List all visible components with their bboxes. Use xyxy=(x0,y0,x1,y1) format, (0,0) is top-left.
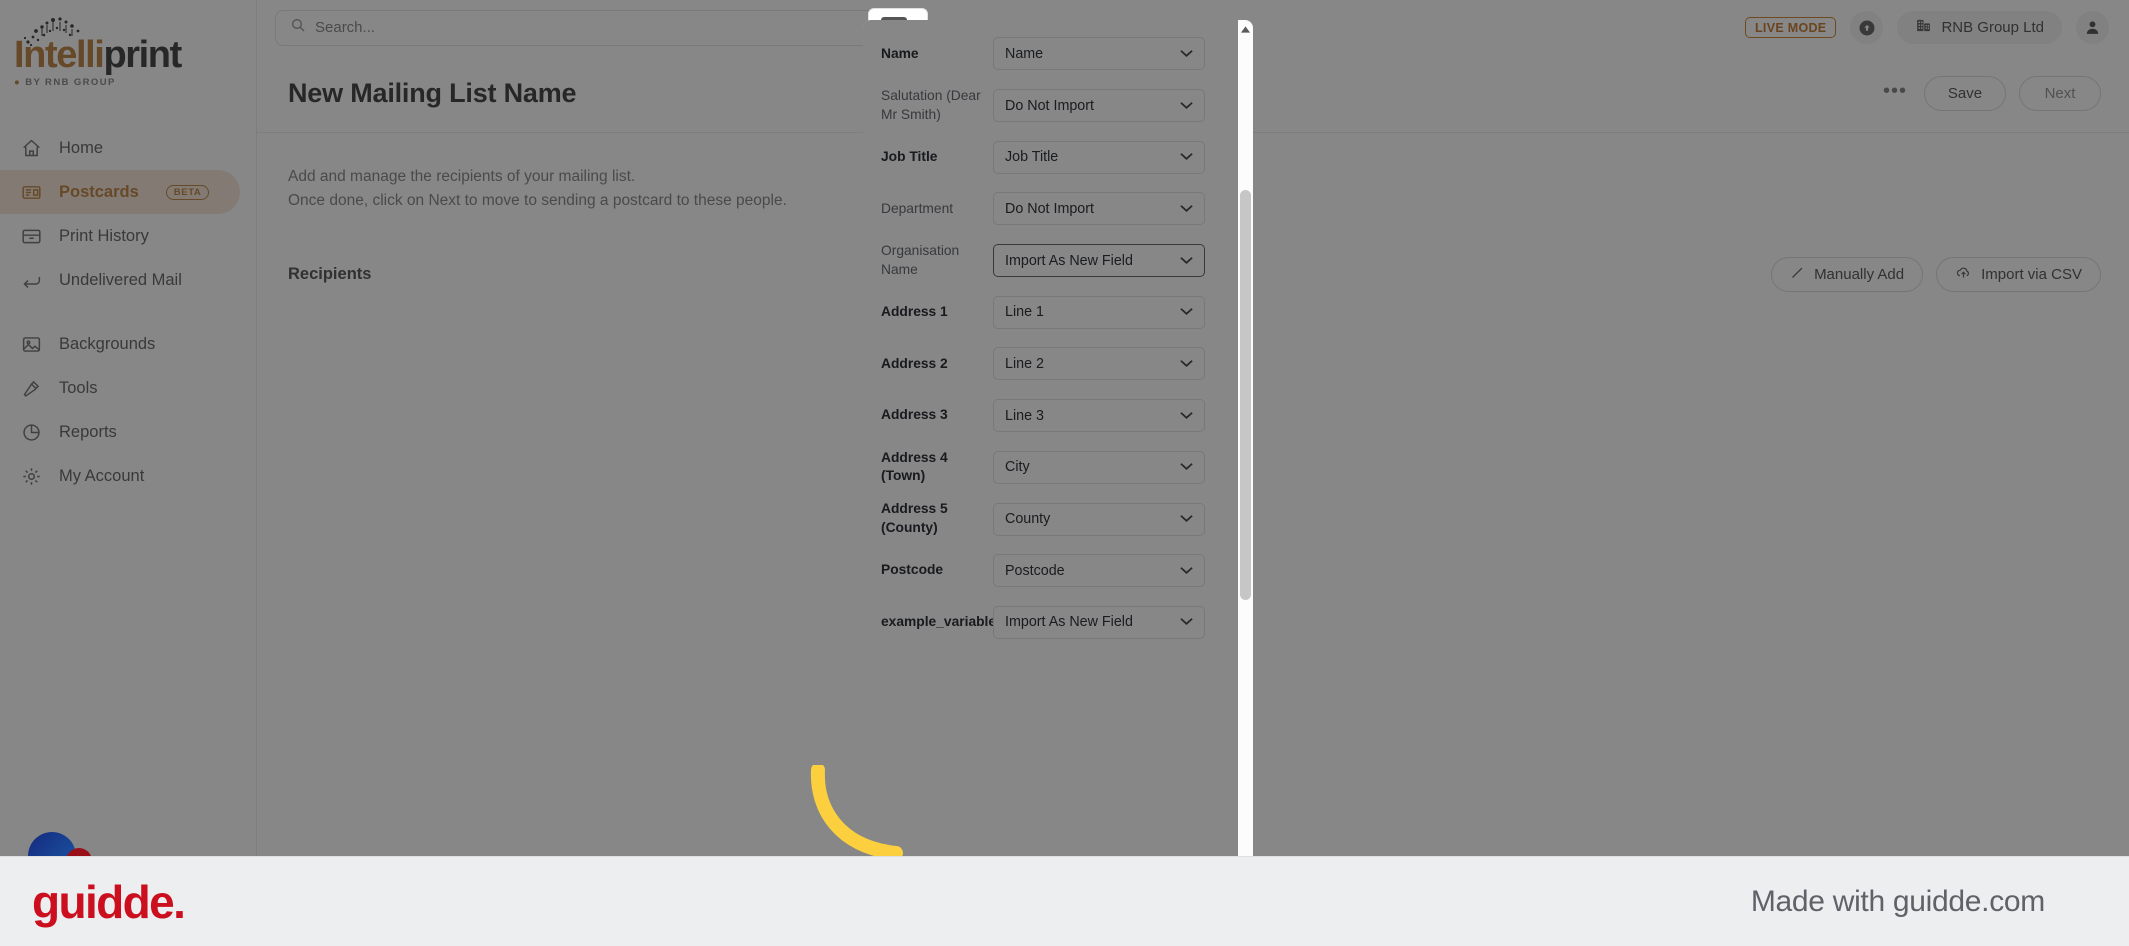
field-mapping-row: Salutation (Dear Mr Smith) Do Not Import xyxy=(881,80,1237,132)
guidde-footer: guidde. Made with guidde.com xyxy=(0,856,2129,946)
field-mapping-label: Organisation Name xyxy=(881,242,960,277)
field-mapping-list: Name Name Salutation (Dear Mr Smith) Do Not… xyxy=(863,20,1237,856)
field-mapping-label: example_variable xyxy=(881,614,997,630)
guidde-logo: guidde. xyxy=(32,875,186,928)
field-mapping-value: Do Not Import xyxy=(1005,97,1094,114)
modal-scrollbar[interactable] xyxy=(1238,20,1253,856)
modal-scrollbar-thumb[interactable] xyxy=(1240,190,1251,600)
field-mapping-row: Address 2 Line 2 xyxy=(881,338,1237,390)
field-mapping-select[interactable]: Postcode xyxy=(993,554,1205,588)
field-mapping-label: Name xyxy=(881,45,919,61)
field-mapping-select[interactable]: Import As New Field xyxy=(993,605,1205,639)
field-mapping-select[interactable]: City xyxy=(993,450,1205,484)
field-mapping-label: Department xyxy=(881,200,954,216)
chevron-down-icon xyxy=(1180,563,1193,579)
field-mapping-select[interactable]: Line 2 xyxy=(993,347,1205,381)
csv-field-mapping-modal: Name Name Salutation (Dear Mr Smith) Do Not… xyxy=(863,20,1253,856)
field-mapping-row: Name Name xyxy=(881,28,1237,80)
field-mapping-value: County xyxy=(1005,511,1051,528)
field-mapping-select[interactable]: Do Not Import xyxy=(993,192,1205,226)
field-mapping-label: Address 1 xyxy=(881,303,948,319)
scroll-up-arrow-icon[interactable] xyxy=(1238,22,1253,37)
field-mapping-value: City xyxy=(1005,459,1030,476)
chevron-down-icon xyxy=(1180,459,1193,475)
field-mapping-value: Import As New Field xyxy=(1005,252,1133,269)
field-mapping-value: Job Title xyxy=(1005,149,1059,166)
field-mapping-row: Postcode Postcode xyxy=(881,545,1237,597)
chevron-down-icon xyxy=(1180,253,1193,269)
field-mapping-value: Name xyxy=(1005,45,1044,62)
field-mapping-value: Do Not Import xyxy=(1005,200,1094,217)
field-mapping-value: Line 1 xyxy=(1005,304,1044,321)
field-mapping-row: Address 4 (Town) City xyxy=(881,442,1237,494)
field-mapping-value: Import As New Field xyxy=(1005,614,1133,631)
chevron-down-icon xyxy=(1180,511,1193,527)
field-mapping-label: Address 5 (County) xyxy=(881,501,948,536)
field-mapping-value: Postcode xyxy=(1005,562,1065,579)
field-mapping-select[interactable]: County xyxy=(993,502,1205,536)
chevron-down-icon xyxy=(1180,408,1193,424)
chevron-down-icon xyxy=(1180,614,1193,630)
field-mapping-label: Salutation (Dear Mr Smith) xyxy=(881,87,981,122)
field-mapping-label: Address 2 xyxy=(881,355,948,371)
chevron-down-icon xyxy=(1180,356,1193,372)
chevron-down-icon xyxy=(1180,304,1193,320)
chevron-down-icon xyxy=(1180,98,1193,114)
field-mapping-row: Address 1 Line 1 xyxy=(881,286,1237,338)
chevron-down-icon xyxy=(1180,201,1193,217)
field-mapping-select[interactable]: Name xyxy=(993,37,1205,71)
field-mapping-label: Postcode xyxy=(881,562,944,578)
field-mapping-select[interactable]: Job Title xyxy=(993,140,1205,174)
field-mapping-value: Line 2 xyxy=(1005,355,1044,372)
field-mapping-label: Address 3 xyxy=(881,407,948,423)
screenshot-root: Intelliprint ● BY RNB GROUP Home Postcar… xyxy=(0,0,2129,946)
chevron-down-icon xyxy=(1180,149,1193,165)
field-mapping-row: Department Do Not Import xyxy=(881,183,1237,235)
field-mapping-value: Line 3 xyxy=(1005,407,1044,424)
field-mapping-select[interactable]: Import As New Field xyxy=(993,244,1205,278)
field-mapping-row: Organisation Name Import As New Field xyxy=(881,235,1237,287)
field-mapping-row: example_variable Import As New Field xyxy=(881,597,1237,649)
field-mapping-label: Job Title xyxy=(881,148,938,164)
guidde-made-with-text: Made with guidde.com xyxy=(1750,884,2045,918)
field-mapping-row: Address 3 Line 3 xyxy=(881,390,1237,442)
field-mapping-label: Address 4 (Town) xyxy=(881,449,948,484)
field-mapping-select[interactable]: Do Not Import xyxy=(993,89,1205,123)
field-mapping-select[interactable]: Line 3 xyxy=(993,399,1205,433)
field-mapping-row: Job Title Job Title xyxy=(881,131,1237,183)
chevron-down-icon xyxy=(1180,46,1193,62)
field-mapping-row: Address 5 (County) County xyxy=(881,493,1237,545)
field-mapping-select[interactable]: Line 1 xyxy=(993,295,1205,329)
